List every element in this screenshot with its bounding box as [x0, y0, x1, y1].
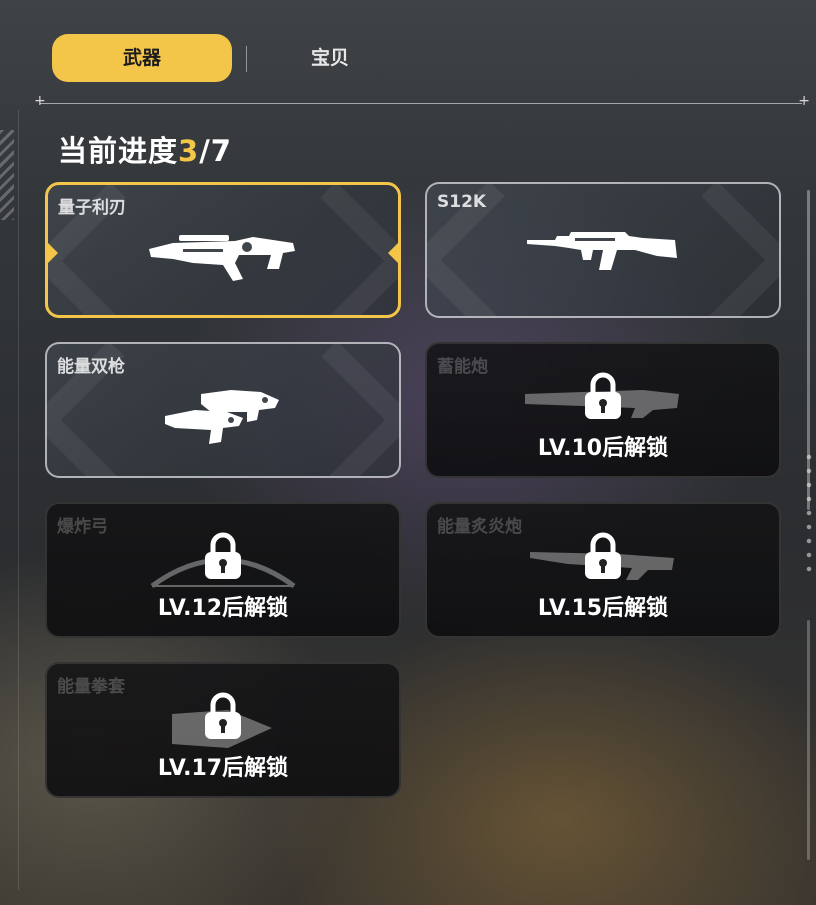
weapon-card-dual-pistols[interactable]: 能量双枪: [45, 342, 401, 478]
assault-rifle-icon: [527, 232, 677, 270]
weapon-card-flame-cannon[interactable]: 能量炙炎炮 LV.15后解锁: [425, 502, 781, 638]
progress-label: 当前进度3/7: [58, 128, 232, 170]
header-divider: [34, 93, 810, 109]
weapon-name: 能量双枪: [57, 357, 125, 377]
tab-weapons[interactable]: 武器: [52, 34, 232, 82]
lock-icon: [205, 692, 241, 739]
quantum-blade-gun-icon: [149, 235, 295, 281]
lock-icon: [205, 532, 241, 579]
weapon-name: 量子利刃: [58, 198, 126, 218]
lock-icon: [585, 372, 621, 419]
unlock-requirement: LV.10后解锁: [537, 436, 669, 461]
weapon-name: 能量炙炎炮: [437, 517, 522, 537]
weapon-name: 蓄能炮: [437, 357, 488, 377]
left-frame-decoration: [0, 110, 19, 890]
weapon-card-s12k[interactable]: S12K: [425, 182, 781, 318]
weapon-card-charge-cannon[interactable]: 蓄能炮 LV.10后解锁: [425, 342, 781, 478]
selected-indicator-left: [48, 243, 58, 263]
unlock-requirement: LV.15后解锁: [537, 596, 669, 621]
progress-current: 3: [178, 134, 200, 168]
weapon-name: 爆炸弓: [57, 517, 108, 537]
weapon-card-energy-gauntlet[interactable]: 能量拳套 LV.17后解锁: [45, 662, 401, 798]
tab-separator: [246, 46, 247, 72]
weapon-name: S12K: [437, 192, 487, 212]
weapon-name: 能量拳套: [57, 677, 125, 697]
selected-indicator-right: [388, 243, 398, 263]
tab-treasures[interactable]: 宝贝: [250, 34, 410, 82]
unlock-requirement: LV.17后解锁: [157, 756, 289, 781]
tab-bar: 武器 宝贝: [52, 34, 772, 82]
weapon-card-explosive-bow[interactable]: 爆炸弓 LV.12后解锁: [45, 502, 401, 638]
dual-pistols-icon: [165, 390, 279, 444]
progress-total: /7: [199, 134, 232, 168]
weapon-card-quantum-blade[interactable]: 量子利刃: [45, 182, 401, 318]
progress-text: 当前进度: [58, 134, 179, 168]
lock-icon: [585, 532, 621, 579]
scrollbar[interactable]: [802, 110, 816, 880]
unlock-requirement: LV.12后解锁: [157, 596, 289, 621]
